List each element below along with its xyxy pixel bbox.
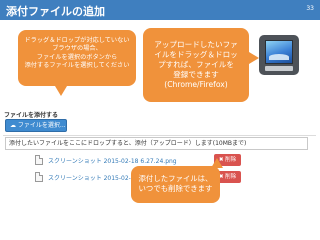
select-file-button-label: ファイルを選択... [17,122,66,129]
callout-pointer [211,158,223,168]
file-icon [35,172,43,182]
callout-text: イルをドラッグ＆ドロッ [154,50,238,60]
file-name-link[interactable]: スクリーンショット 2015-02-18 6.27.24.png [48,156,177,165]
macbook-icon [259,35,299,75]
file-row: スクリーンショット 2015-02-18 6.27.24.png ✖ 削除 [5,153,308,167]
cloud-upload-icon: ☁ [10,122,18,129]
fallback-callout: ドラッグ＆ドロップが対応していない ブラウザの場合、 ファイルを選択のボタンから… [18,30,136,86]
callout-text: プすれば、ファイルを [158,60,234,70]
callout-pointer [249,52,259,64]
drop-zone-text: 添付したいファイルをここにドロップすると、添付（アップロード）します(10MBま… [9,140,247,147]
delete-callout: 添付したファイルは、 いつでも削除できます [131,166,220,203]
callout-text: アップロードしたいファ [154,40,238,49]
callout-text: (Chrome/Firefox) [164,80,228,90]
select-file-button[interactable]: ☁ ファイルを選択... [5,119,67,132]
section-label: ファイルを添付する [4,112,59,119]
callout-text: ファイルを選択のボタンから [36,53,118,61]
slide-header: 添付ファイルの追加 33 [0,0,320,20]
callout-text: ブラウザの場合、 [52,45,102,53]
laptop-screen [265,40,293,64]
delete-button-label: 削除 [225,174,237,180]
file-icon [35,155,43,165]
callout-pointer [55,86,67,96]
page-number: 33 [306,5,314,12]
callout-text: いつでも削除できます [138,183,213,193]
callout-text: 添付するファイルを選択してください [24,62,130,70]
drop-zone[interactable]: 添付したいファイルをここにドロップすると、添付（アップロード）します(10MBま… [5,137,308,150]
callout-text: 登録できます [173,70,219,80]
laptop-base [265,66,293,71]
divider [3,135,316,136]
drag-drop-callout: アップロードしたいファ イルをドラッグ＆ドロッ プすれば、ファイルを 登録できま… [143,28,249,102]
delete-button-label: 削除 [225,157,237,163]
slide-title: 添付ファイルの追加 [6,5,105,18]
callout-text: 添付したファイルは、 [138,174,213,183]
